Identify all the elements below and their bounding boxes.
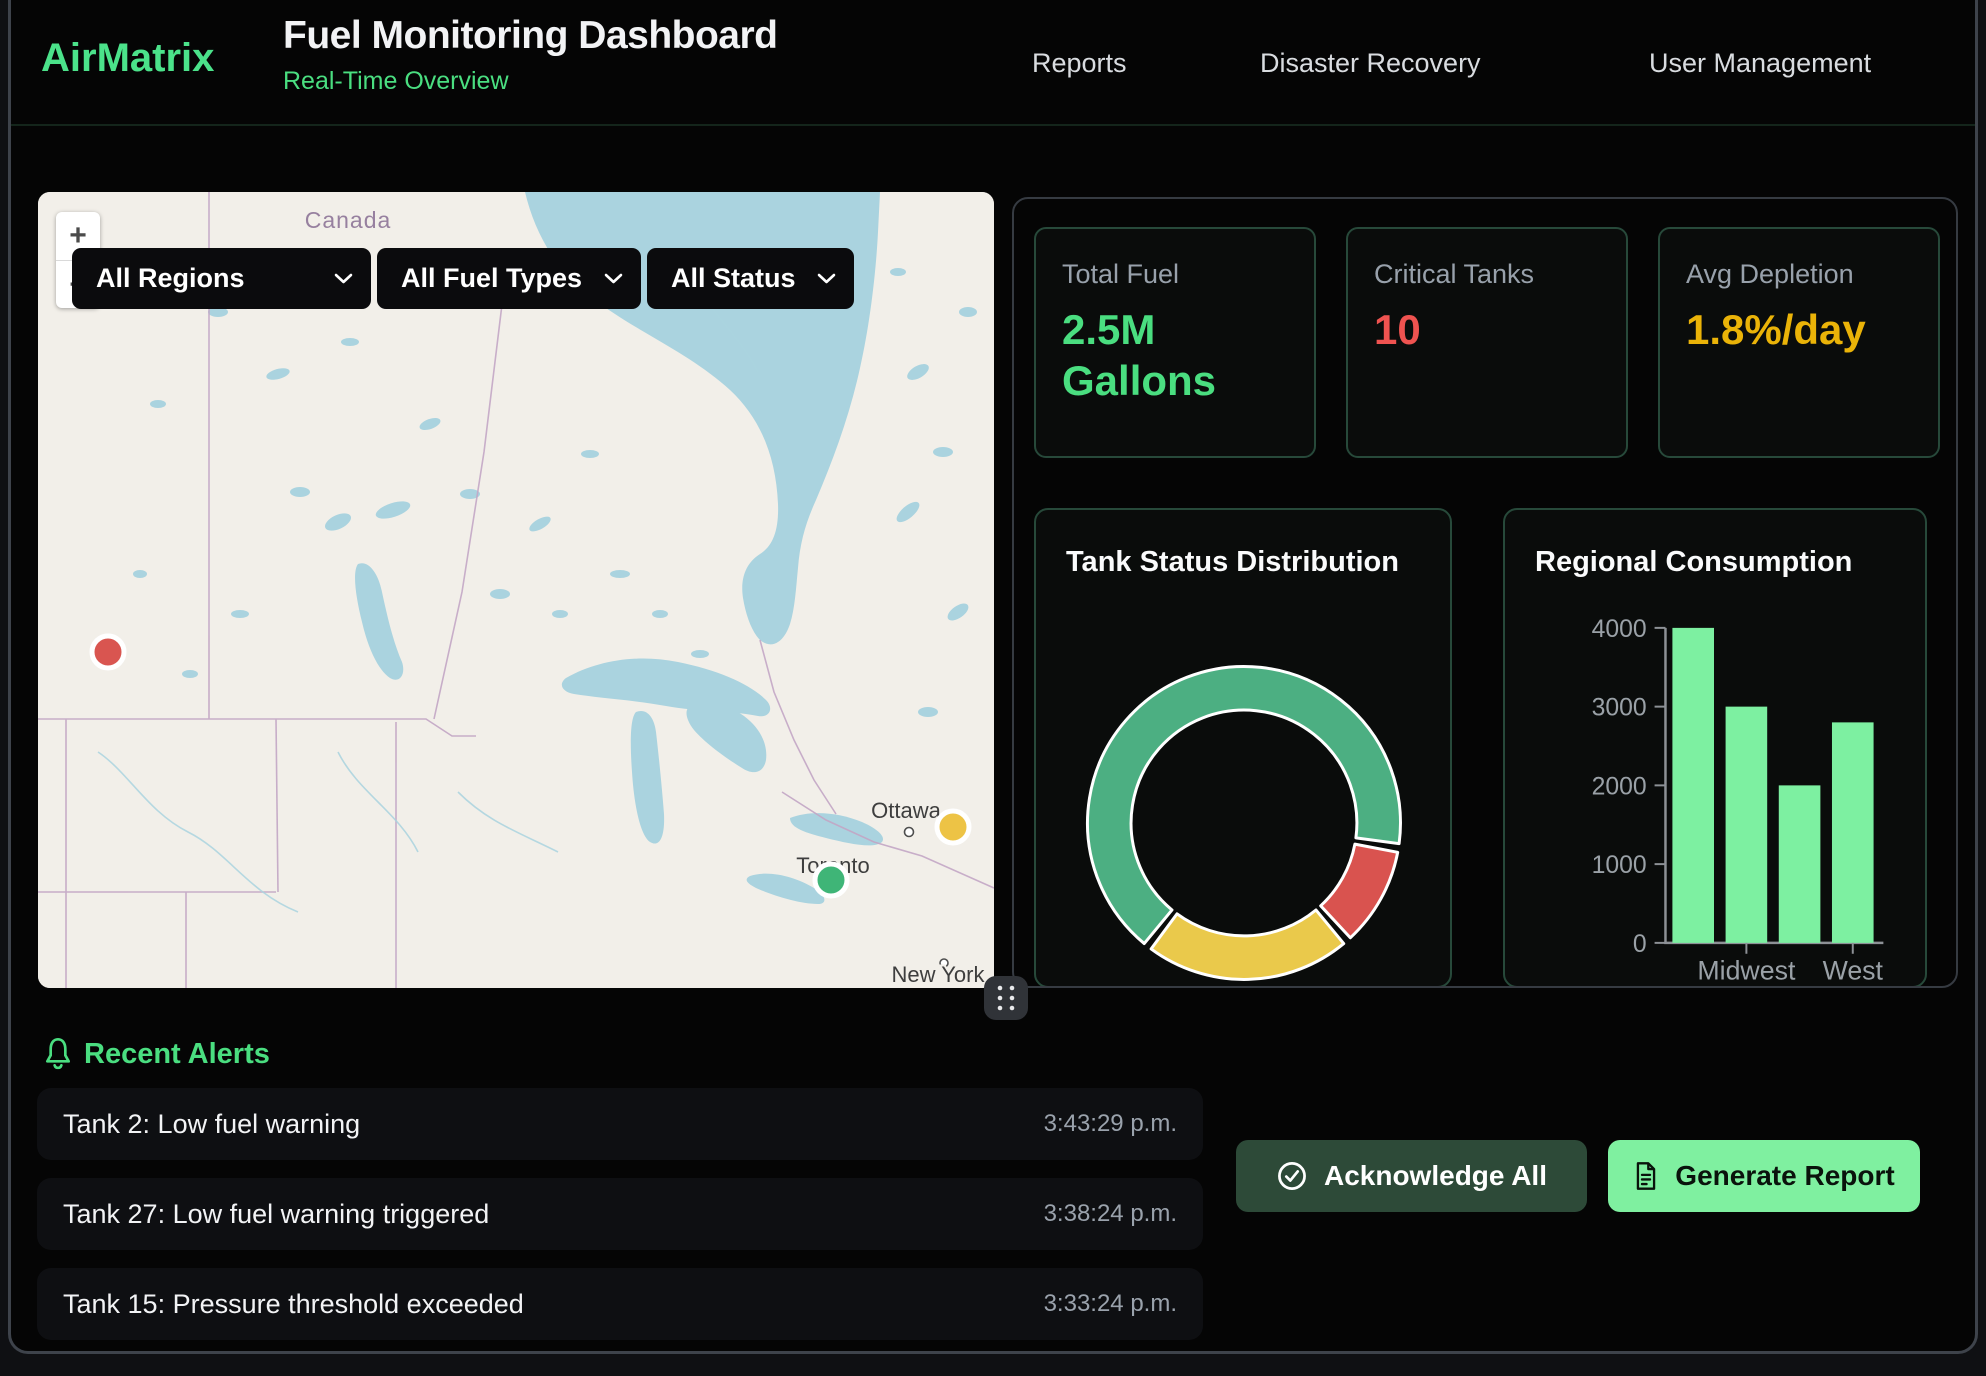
bell-icon xyxy=(42,1036,74,1072)
alert-timestamp: 3:38:24 p.m. xyxy=(1044,1200,1177,1228)
generate-report-button[interactable]: Generate Report xyxy=(1608,1140,1920,1212)
header: AirMatrix Fuel Monitoring Dashboard Real… xyxy=(11,0,1975,126)
stat-card-critical-tanks: Critical Tanks 10 xyxy=(1346,227,1628,458)
title-block: Fuel Monitoring Dashboard Real-Time Over… xyxy=(283,14,777,96)
map-resize-handle[interactable] xyxy=(984,976,1028,1020)
chevron-down-icon xyxy=(334,273,353,284)
alert-text: Tank 15: Pressure threshold exceeded xyxy=(63,1289,524,1320)
donut-segment-critical xyxy=(1321,844,1398,938)
stat-label: Avg Depletion xyxy=(1686,259,1912,290)
nav-item-user-management[interactable]: User Management xyxy=(1649,0,1871,126)
stat-card-avg-depletion: Avg Depletion 1.8%/day xyxy=(1658,227,1940,458)
alert-row[interactable]: Tank 2: Low fuel warning 3:43:29 p.m. xyxy=(37,1088,1203,1160)
bar-region-1 xyxy=(1726,707,1768,943)
alert-text: Tank 2: Low fuel warning xyxy=(63,1109,360,1140)
y-tick-label: 3000 xyxy=(1592,695,1647,722)
nav-item-disaster-recovery[interactable]: Disaster Recovery xyxy=(1260,0,1481,126)
check-circle-icon xyxy=(1276,1160,1308,1192)
bar-chart: 0 1000 2000 3000 4000 Midwest West xyxy=(1505,510,1925,985)
status-filter-dropdown[interactable]: All Status xyxy=(647,248,854,309)
normal-tank-marker[interactable] xyxy=(815,864,847,896)
map-filters: All Regions All Fuel Types All Status xyxy=(72,248,854,309)
bar-region-0 xyxy=(1672,628,1714,943)
page-subtitle: Real-Time Overview xyxy=(283,67,777,96)
x-tick-label: West xyxy=(1823,956,1884,986)
page-title: Fuel Monitoring Dashboard xyxy=(283,14,777,58)
alert-timestamp: 3:43:29 p.m. xyxy=(1044,1110,1177,1138)
drag-dots-icon xyxy=(984,976,1028,1020)
alerts-heading: Recent Alerts xyxy=(84,1038,270,1071)
fuel-type-filter-dropdown[interactable]: All Fuel Types xyxy=(377,248,641,309)
acknowledge-all-button[interactable]: Acknowledge All xyxy=(1236,1140,1587,1212)
nav-item-reports[interactable]: Reports xyxy=(1032,0,1127,126)
map-canvas[interactable]: Canada Ottawa Toronto New York xyxy=(38,192,994,988)
fuel-map[interactable]: Canada Ottawa Toronto New York + − All R… xyxy=(38,192,994,988)
tank-status-chart-card: Tank Status Distribution xyxy=(1034,508,1452,988)
chevron-down-icon xyxy=(817,273,836,284)
app-window: AirMatrix Fuel Monitoring Dashboard Real… xyxy=(0,0,1986,1376)
regional-consumption-chart-card: Regional Consumption 01000200030004000Mi… xyxy=(1503,508,1927,988)
brand-logo: AirMatrix xyxy=(41,36,214,81)
document-icon xyxy=(1633,1161,1659,1191)
map-label-new-york: New York xyxy=(892,962,986,987)
alert-row[interactable]: Tank 15: Pressure threshold exceeded 3:3… xyxy=(37,1268,1203,1340)
stat-label: Critical Tanks xyxy=(1374,259,1600,290)
ottawa-city-dot xyxy=(905,828,914,837)
chevron-down-icon xyxy=(604,273,623,284)
stat-label: Total Fuel xyxy=(1062,259,1288,290)
donut-chart xyxy=(1036,510,1450,985)
stats-row: Total Fuel 2.5M Gallons Critical Tanks 1… xyxy=(1034,227,1940,458)
alert-text: Tank 27: Low fuel warning triggered xyxy=(63,1199,489,1230)
donut-segment-warning xyxy=(1151,910,1344,979)
bar-region-2 xyxy=(1779,785,1821,942)
stat-value: 2.5M Gallons xyxy=(1062,304,1272,406)
region-filter-dropdown[interactable]: All Regions xyxy=(72,248,371,309)
critical-tank-marker[interactable] xyxy=(92,636,124,668)
y-tick-label: 0 xyxy=(1633,931,1647,958)
overview-panel: Total Fuel 2.5M Gallons Critical Tanks 1… xyxy=(1012,197,1958,988)
y-tick-label: 2000 xyxy=(1592,773,1647,800)
warning-tank-marker[interactable] xyxy=(937,811,969,843)
stat-value: 10 xyxy=(1374,304,1584,355)
alert-row[interactable]: Tank 27: Low fuel warning triggered 3:38… xyxy=(37,1178,1203,1250)
y-tick-label: 4000 xyxy=(1592,616,1647,643)
bar-region-3 xyxy=(1832,722,1874,942)
stat-card-total-fuel: Total Fuel 2.5M Gallons xyxy=(1034,227,1316,458)
stat-value: 1.8%/day xyxy=(1686,304,1896,355)
y-tick-label: 1000 xyxy=(1592,852,1647,879)
alert-timestamp: 3:33:24 p.m. xyxy=(1044,1290,1177,1318)
map-label-canada: Canada xyxy=(305,207,392,233)
map-label-ottawa: Ottawa xyxy=(871,798,941,823)
x-tick-label: Midwest xyxy=(1697,956,1796,986)
